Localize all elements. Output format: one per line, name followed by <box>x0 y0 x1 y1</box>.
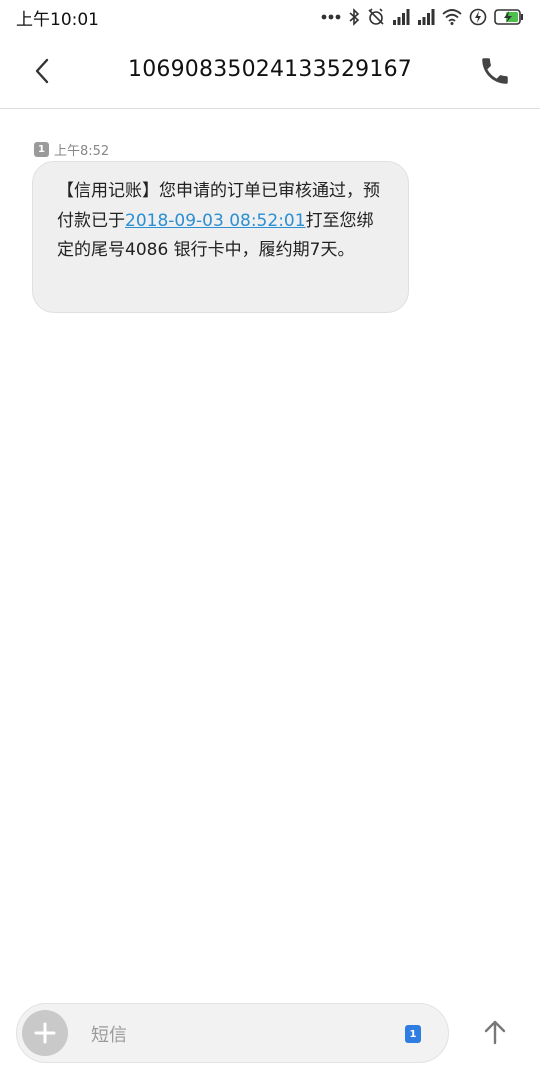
arrow-up-icon <box>484 1020 506 1045</box>
phone-icon <box>482 58 508 84</box>
sim-select-button[interactable]: 1 <box>405 1025 421 1043</box>
status-icons <box>321 8 524 26</box>
alarm-off-icon <box>368 8 384 25</box>
message-input[interactable] <box>89 1016 393 1054</box>
status-bar: 上午10:01 <box>0 0 540 34</box>
signal-icon <box>393 9 410 25</box>
message-meta: 1 上午8:52 <box>34 140 109 159</box>
plus-icon <box>34 1022 56 1044</box>
send-button[interactable] <box>478 1015 512 1049</box>
sim-badge: 1 <box>34 142 49 157</box>
battery-charging-icon <box>494 9 523 25</box>
add-attachment-button[interactable] <box>22 1010 68 1056</box>
back-button[interactable] <box>26 54 60 88</box>
contact-title: 10690835024133529167 <box>128 57 412 82</box>
data-saver-icon <box>469 8 487 26</box>
bluetooth-icon <box>349 8 360 26</box>
chevron-left-icon <box>35 58 49 84</box>
signal-icon <box>418 9 435 25</box>
status-time: 上午10:01 <box>16 9 99 30</box>
message-bubble[interactable]: 【信用记账】您申请的订单已审核通过，预付款已于2018-09-03 08:52:… <box>32 161 409 313</box>
wifi-icon <box>442 9 462 25</box>
more-dots-icon <box>321 14 341 20</box>
composer-bar: 1 <box>16 1003 449 1063</box>
message-datetime-link[interactable]: 2018-09-03 08:52:01 <box>125 211 306 231</box>
conversation-header: 10690835024133529167 <box>0 34 540 109</box>
call-button[interactable] <box>478 54 512 88</box>
message-time: 上午8:52 <box>54 144 110 159</box>
